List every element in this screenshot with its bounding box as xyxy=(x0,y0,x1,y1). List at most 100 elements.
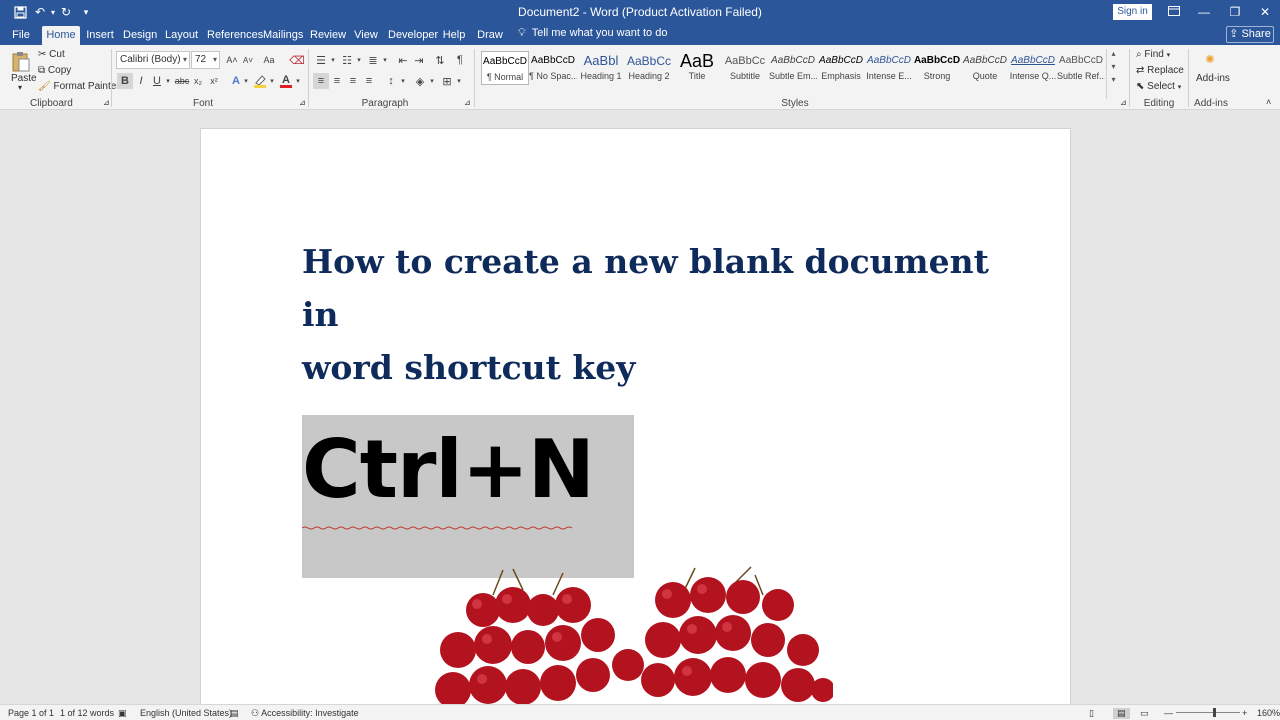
ribbon-display-options-icon[interactable] xyxy=(1159,2,1189,22)
tell-me-search[interactable]: 💡︎ Tell me what you want to do xyxy=(518,27,667,40)
tab-mailings[interactable]: Mailings xyxy=(263,26,303,45)
cut-button[interactable]: ✂ Cut xyxy=(38,49,65,60)
chevron-down-icon[interactable]: ▾ xyxy=(395,73,411,89)
shrink-font-icon[interactable]: A˅ xyxy=(240,52,256,68)
format-painter-button[interactable]: 🖌︎ Format Painter xyxy=(38,81,120,92)
add-ins-button[interactable]: Add-ins xyxy=(1196,73,1230,84)
tab-design[interactable]: Design xyxy=(123,26,157,45)
share-button[interactable]: ⇪ Share xyxy=(1226,26,1274,43)
align-right-icon[interactable]: ≡ xyxy=(345,73,361,89)
decrease-indent-icon[interactable]: ⇤ xyxy=(395,52,411,68)
tab-file[interactable]: File xyxy=(8,26,34,45)
tab-insert[interactable]: Insert xyxy=(85,26,115,45)
accessibility-status[interactable]: ⚇ Accessibility: Investigate xyxy=(251,708,359,719)
styles-gallery-scroll[interactable]: ▴ ▾ ▾ xyxy=(1106,49,1120,99)
copy-button[interactable]: ⧉ Copy xyxy=(38,65,71,76)
font-family-value: Calibri (Body) xyxy=(120,54,181,65)
find-button[interactable]: ⌕ Find ▾ xyxy=(1136,49,1170,60)
chevron-down-icon[interactable]: ▾ xyxy=(424,73,440,89)
paragraph-launcher-icon[interactable]: ⊿ xyxy=(464,98,471,107)
print-layout-icon[interactable]: ▤ xyxy=(1113,708,1130,719)
style-intense-e[interactable]: AaBbCcD Intense E... xyxy=(865,51,913,85)
tab-review[interactable]: Review xyxy=(310,26,346,45)
tab-draw[interactable]: Draw xyxy=(477,26,503,45)
align-center-icon[interactable]: ≡ xyxy=(329,73,345,89)
style-sample: AaBbCc xyxy=(724,55,766,67)
increase-indent-icon[interactable]: ⇥ xyxy=(411,52,427,68)
style-subtle-em[interactable]: AaBbCcD Subtle Em... xyxy=(769,51,817,85)
document-heading[interactable]: How to create a new blank document in wo… xyxy=(302,235,1002,394)
clear-formatting-icon[interactable]: ⌫ xyxy=(289,52,305,68)
document-page[interactable]: How to create a new blank document in wo… xyxy=(200,128,1071,704)
justify-icon[interactable]: ≡ xyxy=(361,73,377,89)
chevron-down-icon[interactable]: ▾ xyxy=(1107,62,1120,71)
grow-font-icon[interactable]: A˄ xyxy=(224,52,240,68)
more-styles-icon[interactable]: ▾ xyxy=(1107,75,1120,84)
show-marks-icon[interactable]: ¶ xyxy=(452,52,468,68)
heading-line-2[interactable]: word shortcut key xyxy=(302,341,1002,394)
accessibility-label: Accessibility: Investigate xyxy=(261,708,359,718)
paste-icon[interactable] xyxy=(10,50,32,74)
chevron-down-icon[interactable]: ▾ xyxy=(451,73,467,89)
shortcut-text[interactable]: Ctrl+N xyxy=(302,423,595,516)
sign-in-button[interactable]: Sign in xyxy=(1113,4,1152,20)
restore-icon[interactable]: ❐ xyxy=(1220,2,1250,22)
tab-home[interactable]: Home xyxy=(42,26,80,45)
minimize-icon[interactable]: — xyxy=(1189,2,1219,22)
tab-layout[interactable]: Layout xyxy=(165,26,198,45)
cherries-image[interactable] xyxy=(433,565,833,704)
select-button[interactable]: ⬉ Select ▾ xyxy=(1136,81,1181,92)
style-no-spac[interactable]: AaBbCcD ¶ No Spac... xyxy=(529,51,577,85)
zoom-slider[interactable] xyxy=(1176,712,1240,713)
style-emphasis[interactable]: AaBbCcD Emphasis xyxy=(817,51,865,85)
italic-button[interactable]: I xyxy=(133,73,149,89)
clipboard-launcher-icon[interactable]: ⊿ xyxy=(103,98,110,107)
focus-mode-icon[interactable]: ▯ xyxy=(1089,708,1094,719)
zoom-level[interactable]: 160% xyxy=(1257,708,1280,718)
paste-button[interactable]: Paste xyxy=(11,73,37,84)
style-normal[interactable]: AaBbCcD ¶ Normal xyxy=(481,51,529,85)
word-count[interactable]: 1 of 12 words xyxy=(60,708,114,718)
replace-button[interactable]: ⇄ Replace xyxy=(1136,65,1184,76)
tab-view[interactable]: View xyxy=(354,26,378,45)
style-quote[interactable]: AaBbCcD Quote xyxy=(961,51,1009,85)
align-left-icon[interactable]: ≡ xyxy=(313,73,329,89)
zoom-in-icon[interactable]: + xyxy=(1242,708,1247,718)
add-ins-icon[interactable]: ✺ xyxy=(1202,51,1218,67)
font-family-select[interactable]: Calibri (Body) ▾ xyxy=(116,51,190,69)
styles-launcher-icon[interactable]: ⊿ xyxy=(1120,98,1127,107)
strikethrough-button[interactable]: abc xyxy=(174,73,190,89)
zoom-slider-thumb[interactable] xyxy=(1213,708,1216,717)
style-strong[interactable]: AaBbCcD Strong xyxy=(913,51,961,85)
chevron-down-icon[interactable]: ▾ xyxy=(377,52,393,68)
macro-recording-icon[interactable]: ▤ xyxy=(230,708,239,719)
collapse-ribbon-icon[interactable]: ˄ xyxy=(1266,97,1271,107)
superscript-button[interactable]: x² xyxy=(206,73,222,89)
language[interactable]: English (United States) xyxy=(140,708,232,718)
font-launcher-icon[interactable]: ⊿ xyxy=(299,98,306,107)
style-heading-2[interactable]: AaBbCc Heading 2 xyxy=(625,51,673,85)
sort-icon[interactable]: ⇅ xyxy=(432,52,448,68)
selected-text-highlight[interactable]: Ctrl+N xyxy=(302,415,634,578)
zoom-out-icon[interactable]: — xyxy=(1164,708,1173,718)
style-heading-1[interactable]: AaBbl Heading 1 xyxy=(577,51,625,85)
paste-dropdown-icon[interactable]: ▾ xyxy=(18,83,22,92)
style-subtle-ref[interactable]: AaBbCcD Subtle Ref... xyxy=(1057,51,1105,85)
style-title[interactable]: AaB Title xyxy=(673,51,721,85)
close-icon[interactable]: ✕ xyxy=(1250,2,1280,22)
proofing-icon[interactable]: ▣ xyxy=(118,708,127,719)
tab-developer[interactable]: Developer xyxy=(388,26,438,45)
chevron-up-icon[interactable]: ▴ xyxy=(1107,49,1120,58)
chevron-down-icon[interactable]: ▾ xyxy=(290,73,306,89)
subscript-button[interactable]: x₂ xyxy=(190,73,206,89)
font-size-select[interactable]: 72 ▾ xyxy=(191,51,220,69)
web-layout-icon[interactable]: ▭ xyxy=(1140,708,1149,719)
bold-button[interactable]: B xyxy=(117,73,133,89)
tab-references[interactable]: References xyxy=(207,26,263,45)
change-case-icon[interactable]: Aa xyxy=(259,52,279,68)
tab-help[interactable]: Help xyxy=(442,26,466,45)
style-subtitle[interactable]: AaBbCc Subtitle xyxy=(721,51,769,85)
heading-line-1[interactable]: How to create a new blank document in xyxy=(302,235,1002,341)
page-count[interactable]: Page 1 of 1 xyxy=(8,708,54,718)
style-intense-q[interactable]: AaBbCcD Intense Q... xyxy=(1009,51,1057,85)
